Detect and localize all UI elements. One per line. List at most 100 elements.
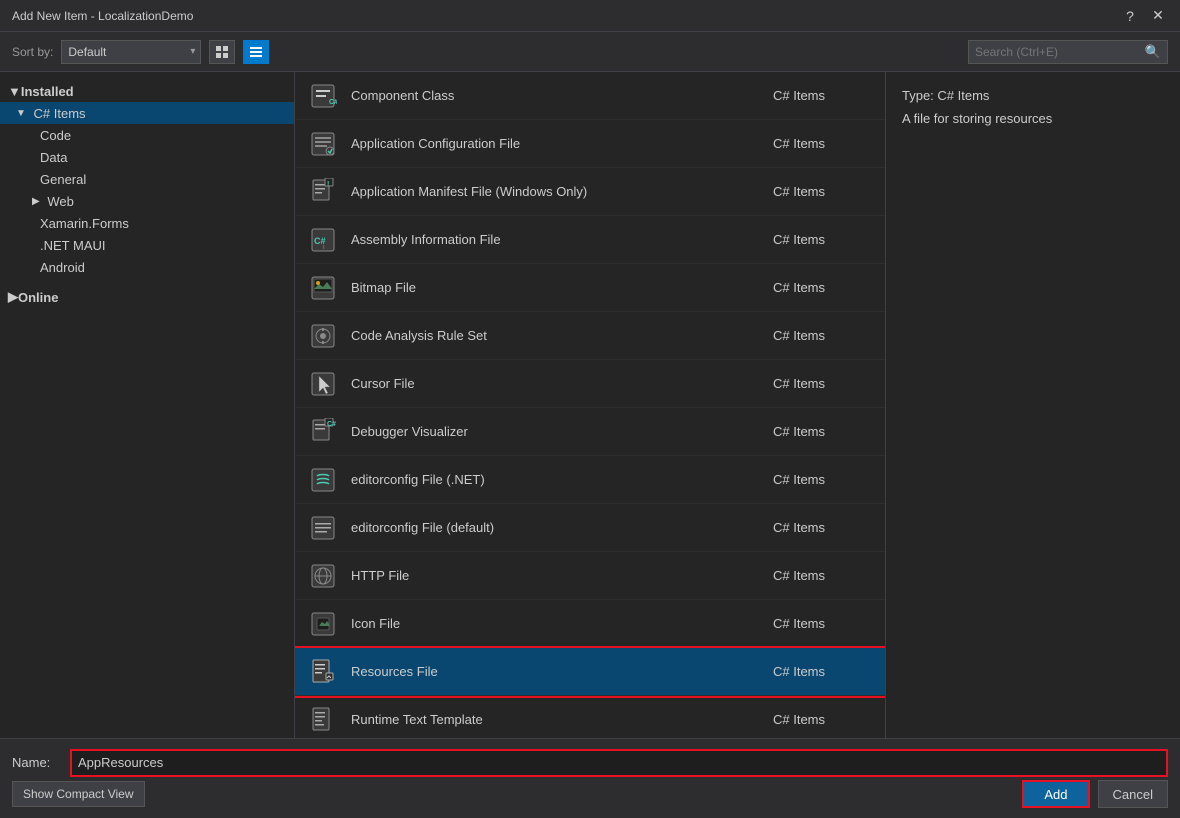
svg-text:C#: C#	[329, 99, 337, 106]
name-input[interactable]	[70, 749, 1168, 777]
file-icon-http	[307, 560, 339, 592]
installed-label: Installed	[21, 84, 74, 99]
svg-text:C#: C#	[327, 421, 336, 428]
cancel-button[interactable]: Cancel	[1098, 780, 1168, 808]
table-row[interactable]: C# Component Class C# Items	[295, 72, 885, 120]
file-type: C# Items	[773, 616, 873, 631]
online-header[interactable]: ▶ Online	[0, 286, 294, 308]
file-name: Debugger Visualizer	[351, 424, 773, 439]
sidebar-item-android[interactable]: Android	[0, 256, 294, 278]
file-name: Runtime Text Template	[351, 712, 773, 727]
file-name: Component Class	[351, 88, 773, 103]
file-type: C# Items	[773, 472, 873, 487]
file-type: C# Items	[773, 136, 873, 151]
file-icon-cursor	[307, 368, 339, 400]
file-type: C# Items	[773, 664, 873, 679]
file-type: C# Items	[773, 424, 873, 439]
close-button[interactable]: ✕	[1148, 7, 1168, 24]
sort-label: Sort by:	[12, 45, 53, 59]
table-row[interactable]: C# Debugger Visualizer C# Items	[295, 408, 885, 456]
table-row[interactable]: Cursor File C# Items	[295, 360, 885, 408]
name-row: Name:	[12, 749, 1168, 777]
grid-view-button[interactable]	[209, 40, 235, 64]
file-type: C# Items	[773, 712, 873, 727]
file-type: C# Items	[773, 88, 873, 103]
file-icon-component: C#	[307, 80, 339, 112]
file-type: C# Items	[773, 520, 873, 535]
file-icon-editorconfig-default	[307, 512, 339, 544]
add-button[interactable]: Add	[1022, 780, 1089, 808]
table-row[interactable]: C# i Assembly Information File C# Items	[295, 216, 885, 264]
type-value: C# Items	[937, 88, 989, 103]
help-button[interactable]: ?	[1120, 8, 1140, 24]
file-name: Resources File	[351, 664, 773, 679]
table-row-selected[interactable]: Resources File C# Items	[295, 648, 885, 696]
compact-view-button[interactable]: Show Compact View	[12, 781, 145, 807]
sort-select-wrap: Default	[61, 40, 201, 64]
file-type: C# Items	[773, 568, 873, 583]
svg-text:!: !	[327, 181, 329, 188]
title-bar: Add New Item - LocalizationDemo ? ✕	[0, 0, 1180, 32]
dialog-buttons: Add Cancel	[1022, 780, 1168, 808]
file-icon-bitmap	[307, 272, 339, 304]
table-row[interactable]: Runtime Text Template C# Items	[295, 696, 885, 738]
file-name: Code Analysis Rule Set	[351, 328, 773, 343]
sidebar-item-data[interactable]: Data	[0, 146, 294, 168]
file-type: C# Items	[773, 376, 873, 391]
file-icon-resources	[307, 656, 339, 688]
file-type: C# Items	[773, 328, 873, 343]
file-icon-editorconfig-net	[307, 464, 339, 496]
table-row[interactable]: Icon File C# Items	[295, 600, 885, 648]
online-arrow: ▶	[8, 289, 18, 305]
file-icon-template	[307, 704, 339, 736]
toolbar: Sort by: Default 🔍	[0, 32, 1180, 72]
file-icon-appconfig	[307, 128, 339, 160]
csharp-section: ▼ C# Items Code Data General ▶ Web Xamar…	[0, 102, 294, 278]
sidebar-item-maui[interactable]: .NET MAUI	[0, 234, 294, 256]
file-icon-icon	[307, 608, 339, 640]
file-name: Icon File	[351, 616, 773, 631]
online-label: Online	[18, 290, 58, 305]
sort-select[interactable]: Default	[61, 40, 201, 64]
table-row[interactable]: editorconfig File (default) C# Items	[295, 504, 885, 552]
file-name: Cursor File	[351, 376, 773, 391]
file-name: editorconfig File (default)	[351, 520, 773, 535]
info-type: Type: C# Items	[902, 88, 1164, 103]
table-row[interactable]: Code Analysis Rule Set C# Items	[295, 312, 885, 360]
file-name: Application Manifest File (Windows Only)	[351, 184, 773, 199]
sidebar-item-csharp[interactable]: ▼ C# Items	[0, 102, 294, 124]
actions-row: Show Compact View Add Cancel	[12, 780, 1168, 808]
file-name: Assembly Information File	[351, 232, 773, 247]
sidebar-item-code[interactable]: Code	[0, 124, 294, 146]
installed-arrow: ▼	[8, 84, 21, 99]
table-row[interactable]: HTTP File C# Items	[295, 552, 885, 600]
file-type: C# Items	[773, 280, 873, 295]
type-label: Type:	[902, 88, 934, 103]
file-name: editorconfig File (.NET)	[351, 472, 773, 487]
content-area: ▼ Installed ▼ C# Items Code Data General…	[0, 72, 1180, 738]
sidebar-item-web[interactable]: ▶ Web	[0, 190, 294, 212]
file-icon-debugger: C#	[307, 416, 339, 448]
file-icon-assembly: C# i	[307, 224, 339, 256]
list-view-button[interactable]	[243, 40, 269, 64]
table-row[interactable]: Application Configuration File C# Items	[295, 120, 885, 168]
info-panel: Type: C# Items A file for storing resour…	[885, 72, 1180, 738]
sidebar-item-general[interactable]: General	[0, 168, 294, 190]
dialog-title: Add New Item - LocalizationDemo	[12, 9, 193, 23]
search-input[interactable]	[969, 45, 1139, 59]
name-label: Name:	[12, 755, 62, 770]
file-list: C# Component Class C# Items Application …	[295, 72, 885, 738]
title-bar-controls: ? ✕	[1120, 7, 1168, 24]
search-icon: 🔍	[1139, 44, 1167, 60]
bottom-bar: Name: Show Compact View Add Cancel	[0, 738, 1180, 818]
file-name: Bitmap File	[351, 280, 773, 295]
installed-header[interactable]: ▼ Installed	[0, 80, 294, 102]
file-name: HTTP File	[351, 568, 773, 583]
file-type: C# Items	[773, 184, 873, 199]
sidebar-item-xamarin[interactable]: Xamarin.Forms	[0, 212, 294, 234]
table-row[interactable]: Bitmap File C# Items	[295, 264, 885, 312]
table-row[interactable]: editorconfig File (.NET) C# Items	[295, 456, 885, 504]
file-icon-analysis	[307, 320, 339, 352]
table-row[interactable]: ! Application Manifest File (Windows Onl…	[295, 168, 885, 216]
file-name: Application Configuration File	[351, 136, 773, 151]
